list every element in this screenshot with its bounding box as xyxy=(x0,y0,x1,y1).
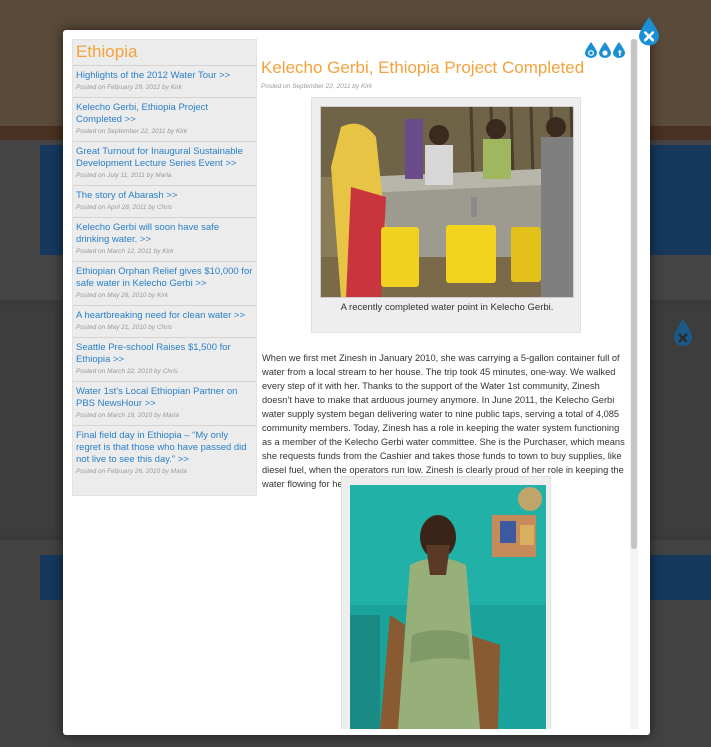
sidebar-item-link[interactable]: A heartbreaking need for clean water >> xyxy=(76,310,253,322)
photo-figure: A recently completed water point in Kele… xyxy=(311,97,581,333)
article-body: When we first met Zinesh in January 2010… xyxy=(262,353,625,489)
sidebar-item[interactable]: Water 1st's Local Ethiopian Partner on P… xyxy=(73,382,256,426)
water-drop-icon xyxy=(674,319,692,346)
sidebar-item-meta: Posted on February 29, 2012 by Kirk xyxy=(76,84,182,91)
water-point-photo xyxy=(320,106,574,298)
scrollbar-thumb[interactable] xyxy=(631,39,637,549)
sidebar-item-link[interactable]: The story of Abarash >> xyxy=(76,190,253,202)
close-icon[interactable] xyxy=(638,16,660,46)
sidebar-item-link[interactable]: Seattle Pre-school Raises $1,500 for Eth… xyxy=(76,342,253,366)
sidebar-item-link[interactable]: Highlights of the 2012 Water Tour >> xyxy=(76,70,253,82)
email-drop-icon[interactable] xyxy=(599,42,611,58)
close-button[interactable] xyxy=(638,16,660,46)
sidebar-item[interactable]: Final field day in Ethiopia – “My only r… xyxy=(73,426,256,481)
sidebar-item[interactable]: Kelecho Gerbi will soon have safe drinki… xyxy=(73,218,256,262)
sidebar-item-meta: Posted on February 26, 2010 by Marla xyxy=(76,468,187,475)
sidebar-item-meta: Posted on March 19, 2010 by Marla xyxy=(76,412,179,419)
photo-figure xyxy=(341,476,551,729)
photo-caption: A recently completed water point in Kele… xyxy=(340,302,554,313)
sidebar-item-meta: Posted on May 28, 2010 by Kirk xyxy=(76,292,169,299)
sidebar-item[interactable]: Great Turnout for Inaugural Sustainable … xyxy=(73,142,256,186)
sidebar-item-meta: Posted on March 12, 2011 by Kirk xyxy=(76,248,174,255)
sidebar-item-link[interactable]: Final field day in Ethiopia – “My only r… xyxy=(76,430,253,466)
article-meta: Posted on September 22, 2011 by Kirk xyxy=(261,83,373,90)
sidebar-item-link[interactable]: Water 1st's Local Ethiopian Partner on P… xyxy=(76,386,253,410)
share-water-drop-icon[interactable] xyxy=(585,42,597,58)
sidebar-item-link[interactable]: Kelecho Gerbi will soon have safe drinki… xyxy=(76,222,253,246)
sidebar-item-meta: Posted on March 22, 2010 by Chris xyxy=(76,368,178,375)
sidebar-item-meta: Posted on May 21, 2010 by Chris xyxy=(76,324,173,331)
background-panel xyxy=(40,555,63,600)
article-title: Kelecho Gerbi, Ethiopia Project Complete… xyxy=(261,58,585,77)
sidebar-title: Ethiopia xyxy=(73,40,256,66)
article-modal: Ethiopia Highlights of the 2012 Water To… xyxy=(63,30,650,735)
sidebar-item-meta: Posted on July 11, 2011 by Marla xyxy=(76,172,172,179)
sidebar-item[interactable]: Seattle Pre-school Raises $1,500 for Eth… xyxy=(73,338,256,382)
sidebar-item[interactable]: The story of Abarash >> Posted on April … xyxy=(73,186,256,218)
sidebar-item-link[interactable]: Kelecho Gerbi, Ethiopia Project Complete… xyxy=(76,102,253,126)
sidebar-item-meta: Posted on September 22, 2011 by Kirk xyxy=(76,128,188,135)
background-panel xyxy=(40,145,63,255)
scrollbar[interactable] xyxy=(630,39,638,729)
article: Kelecho Gerbi, Ethiopia Project Complete… xyxy=(261,39,629,729)
share-buttons xyxy=(585,42,625,58)
sidebar-item-link[interactable]: Great Turnout for Inaugural Sustainable … xyxy=(76,146,253,170)
sidebar-item-meta: Posted on April 28, 2011 by Chris xyxy=(76,204,173,211)
sidebar-item[interactable]: Highlights of the 2012 Water Tour >> Pos… xyxy=(73,66,256,98)
zinesh-photo xyxy=(350,485,546,729)
sidebar-item-link[interactable]: Ethiopian Orphan Relief gives $10,000 fo… xyxy=(76,266,253,290)
facebook-drop-icon[interactable] xyxy=(613,42,625,58)
sidebar-item[interactable]: A heartbreaking need for clean water >> … xyxy=(73,306,256,338)
background-panel xyxy=(650,145,711,255)
sidebar-item[interactable]: Kelecho Gerbi, Ethiopia Project Complete… xyxy=(73,98,256,142)
sidebar: Ethiopia Highlights of the 2012 Water To… xyxy=(72,39,257,496)
sidebar-item[interactable]: Ethiopian Orphan Relief gives $10,000 fo… xyxy=(73,262,256,306)
background-panel xyxy=(650,555,711,600)
